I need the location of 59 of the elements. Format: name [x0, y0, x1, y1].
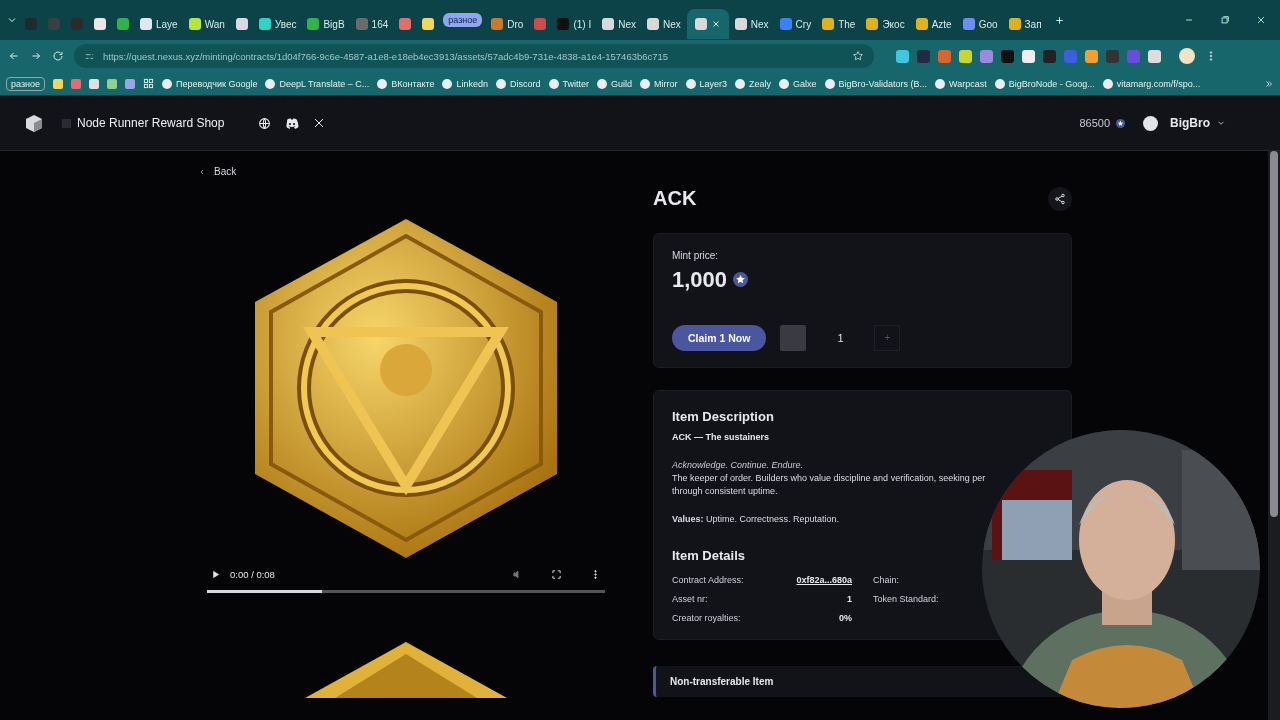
detail-label: Creator royalties:: [672, 612, 742, 623]
bookmark-link[interactable]: Galxe: [779, 78, 817, 89]
bookmark-link[interactable]: Zealy: [735, 78, 772, 89]
bookmark-link[interactable]: Guild: [597, 78, 633, 89]
user-menu[interactable]: BigBro: [1170, 116, 1210, 130]
detail-label: Chain:: [873, 574, 900, 585]
bookmark-link[interactable]: DeepL Translate – C...: [265, 78, 370, 89]
browser-tab[interactable]: The: [817, 9, 861, 39]
description-line: through consistent uptime.: [672, 485, 779, 496]
detail-label: Asset nr:: [672, 593, 709, 604]
detail-value: 1: [846, 593, 852, 604]
browser-tab[interactable]: Dro: [486, 9, 529, 39]
bookmark-folder-chip[interactable]: разное: [6, 76, 46, 91]
back-link[interactable]: Back: [198, 166, 237, 177]
item-title: ACK: [653, 187, 697, 210]
browser-tab[interactable]: Wan: [183, 9, 230, 39]
shop-name: Node Runner Reward Shop: [77, 116, 225, 130]
bookmark-link[interactable]: vitamarg.com/f/spo...: [1102, 78, 1201, 89]
bookmark-link[interactable]: ВКонтакте: [377, 78, 435, 89]
address-bar[interactable]: https://quest.nexus.xyz/minting/contracts/1d04f766-9c6e-4587-a1e8-e18eb4ec3913/assets/57adc4b9-731e-4838-a1e4-157463b6c715: [74, 44, 874, 68]
browser-tab[interactable]: (1) I: [552, 9, 597, 39]
point-balance: 86500: [1079, 117, 1110, 129]
bookmark-link[interactable]: Warpcast: [935, 78, 987, 89]
browser-tab[interactable]: Azte: [910, 9, 957, 39]
detail-value: 0%: [838, 612, 852, 623]
bookmark-link[interactable]: BigBro-Validators (B...: [824, 78, 927, 89]
browser-tab[interactable]: Nex: [597, 9, 641, 39]
bookmark-link[interactable]: Linkedn: [442, 78, 488, 89]
bookmark-link[interactable]: Discord: [496, 78, 541, 89]
bookmark-link[interactable]: Переводчик Google: [162, 78, 258, 89]
browser-tab[interactable]: Cry: [774, 9, 817, 39]
browser-tab[interactable]: Увес: [253, 9, 302, 39]
mint-price-label: Mint price:: [672, 249, 720, 261]
browser-tab[interactable]: Nex: [729, 9, 774, 39]
item-subtitle: ACK — The sustainers: [672, 431, 771, 442]
contract-address-link[interactable]: 0xf82a...680a: [790, 574, 852, 585]
mint-price: 1,000: [672, 266, 728, 293]
browser-tab[interactable]: BigB: [302, 9, 350, 39]
section-heading: Item Description: [672, 408, 775, 424]
item-values: Values: Uptime. Correctness. Reputation.: [672, 513, 841, 524]
bookmark-link[interactable]: BigBroNode - Goog...: [994, 78, 1095, 89]
bookmark-link[interactable]: Layer3: [685, 78, 728, 89]
bookmark-link[interactable]: Mirror: [640, 78, 678, 89]
item-motto: Acknowledge. Continue. Endure.: [672, 459, 805, 470]
browser-tab[interactable]: Зап: [1003, 9, 1047, 39]
video-time: 0:00 / 0:08: [230, 569, 275, 580]
browser-tab[interactable]: Экос: [861, 9, 910, 39]
detail-label: Token Standard:: [873, 593, 940, 604]
tab-group-chip[interactable]: разное: [443, 13, 483, 27]
quantity-value: 1: [836, 331, 845, 344]
browser-tab[interactable]: Goo: [957, 9, 1003, 39]
section-heading: Item Details: [672, 547, 746, 563]
description-line: The keeper of order. Builders who value discipline and verification, seeking per: [672, 472, 987, 483]
browser-tab[interactable]: Nex: [642, 9, 686, 39]
browser-tab[interactable]: 164: [350, 9, 394, 39]
detail-label: Contract Address:: [672, 574, 745, 585]
bookmark-link[interactable]: Twitter: [548, 78, 590, 89]
claim-button[interactable]: Claim 1 Now: [672, 324, 767, 351]
browser-tab[interactable]: Laye: [135, 9, 183, 39]
